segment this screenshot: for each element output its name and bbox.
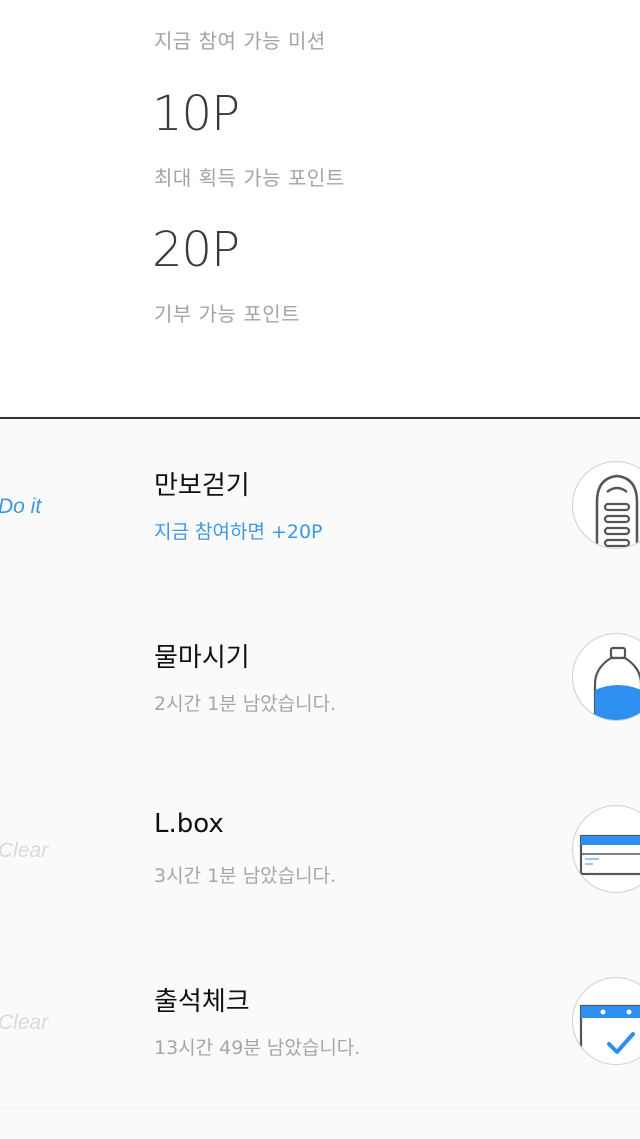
mission-title: 출석체크 bbox=[154, 987, 250, 1017]
mission-subtitle: 13시간 49분 남았습니다. bbox=[154, 1037, 361, 1059]
mission-row-water[interactable]: 물마시기 2시간 1분 남았습니다. bbox=[0, 591, 640, 764]
available-missions-label: 지금 참여 가능 미션 bbox=[154, 29, 326, 53]
mission-subtitle: 2시간 1분 남았습니다. bbox=[154, 693, 337, 715]
mission-status[interactable]: Clear bbox=[0, 839, 48, 863]
mission-title: 물마시기 bbox=[154, 643, 250, 673]
water-bottle-icon bbox=[572, 633, 640, 721]
mission-row-attendance[interactable]: Clear 출석체크 13시간 49분 남았습니다. bbox=[0, 935, 640, 1108]
donate-points-value: 20P bbox=[152, 222, 240, 278]
max-points-value: 10P bbox=[152, 86, 240, 142]
mission-subtitle: 지금 참여하면 +20P bbox=[154, 521, 323, 543]
mission-title: 만보걷기 bbox=[154, 471, 250, 501]
mission-status[interactable]: Do it bbox=[0, 495, 41, 519]
max-points-label: 최대 획득 가능 포인트 bbox=[154, 166, 345, 190]
mission-title: L.box bbox=[154, 809, 224, 839]
points-summary: 지금 참여 가능 미션 10P 최대 획득 가능 포인트 20P 기부 가능 포… bbox=[0, 0, 640, 418]
mission-status[interactable]: Clear bbox=[0, 1011, 48, 1035]
lbox-icon bbox=[572, 805, 640, 893]
mission-subtitle: 3시간 1분 남았습니다. bbox=[154, 865, 337, 887]
mission-list: Do it 만보걷기 지금 참여하면 +20P 물마시기 2시간 1분 남았습니… bbox=[0, 419, 640, 1139]
mission-row-lbox[interactable]: Clear L.box 3시간 1분 남았습니다. bbox=[0, 763, 640, 936]
mission-row-walking[interactable]: Do it 만보걷기 지금 참여하면 +20P bbox=[0, 419, 640, 592]
sneaker-icon bbox=[572, 461, 640, 549]
calendar-check-icon bbox=[572, 977, 640, 1065]
donate-points-label: 기부 가능 포인트 bbox=[154, 302, 301, 326]
